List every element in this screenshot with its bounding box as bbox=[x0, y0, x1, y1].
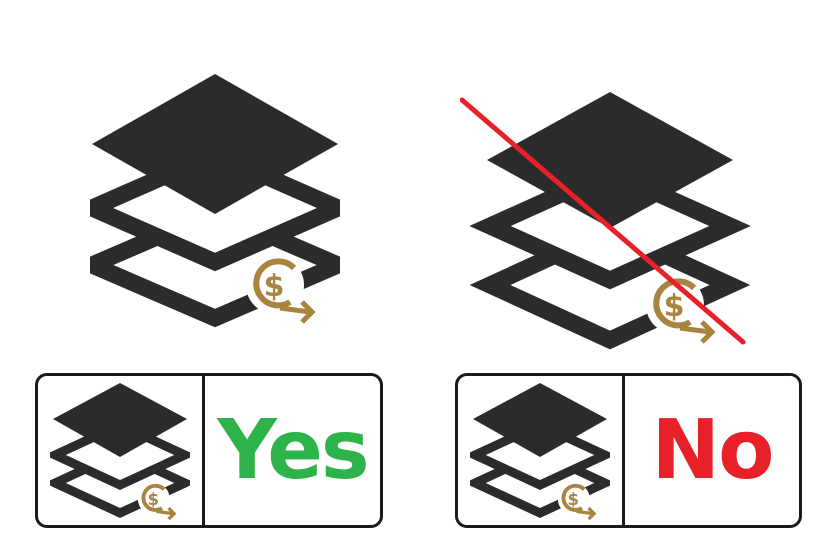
layers-cost-icon-large-no: $ bbox=[460, 90, 750, 352]
svg-text:$: $ bbox=[567, 489, 578, 508]
no-label: No bbox=[651, 402, 775, 498]
svg-text:$: $ bbox=[147, 489, 158, 508]
dollar-coin-icon: $ bbox=[246, 256, 316, 324]
yes-option-card[interactable]: $ Yes bbox=[35, 373, 383, 528]
layers-cost-icon: $ bbox=[470, 382, 610, 520]
no-option-card[interactable]: $ No bbox=[455, 373, 802, 528]
card-icon-cell: $ bbox=[458, 376, 625, 525]
svg-text:$: $ bbox=[664, 289, 685, 324]
card-icon-cell: $ bbox=[38, 376, 205, 525]
layers-cost-icon-large-yes: $ bbox=[90, 72, 340, 334]
svg-text:$: $ bbox=[264, 269, 285, 304]
yes-label: Yes bbox=[217, 402, 369, 498]
layers-cost-icon: $ bbox=[50, 382, 190, 520]
